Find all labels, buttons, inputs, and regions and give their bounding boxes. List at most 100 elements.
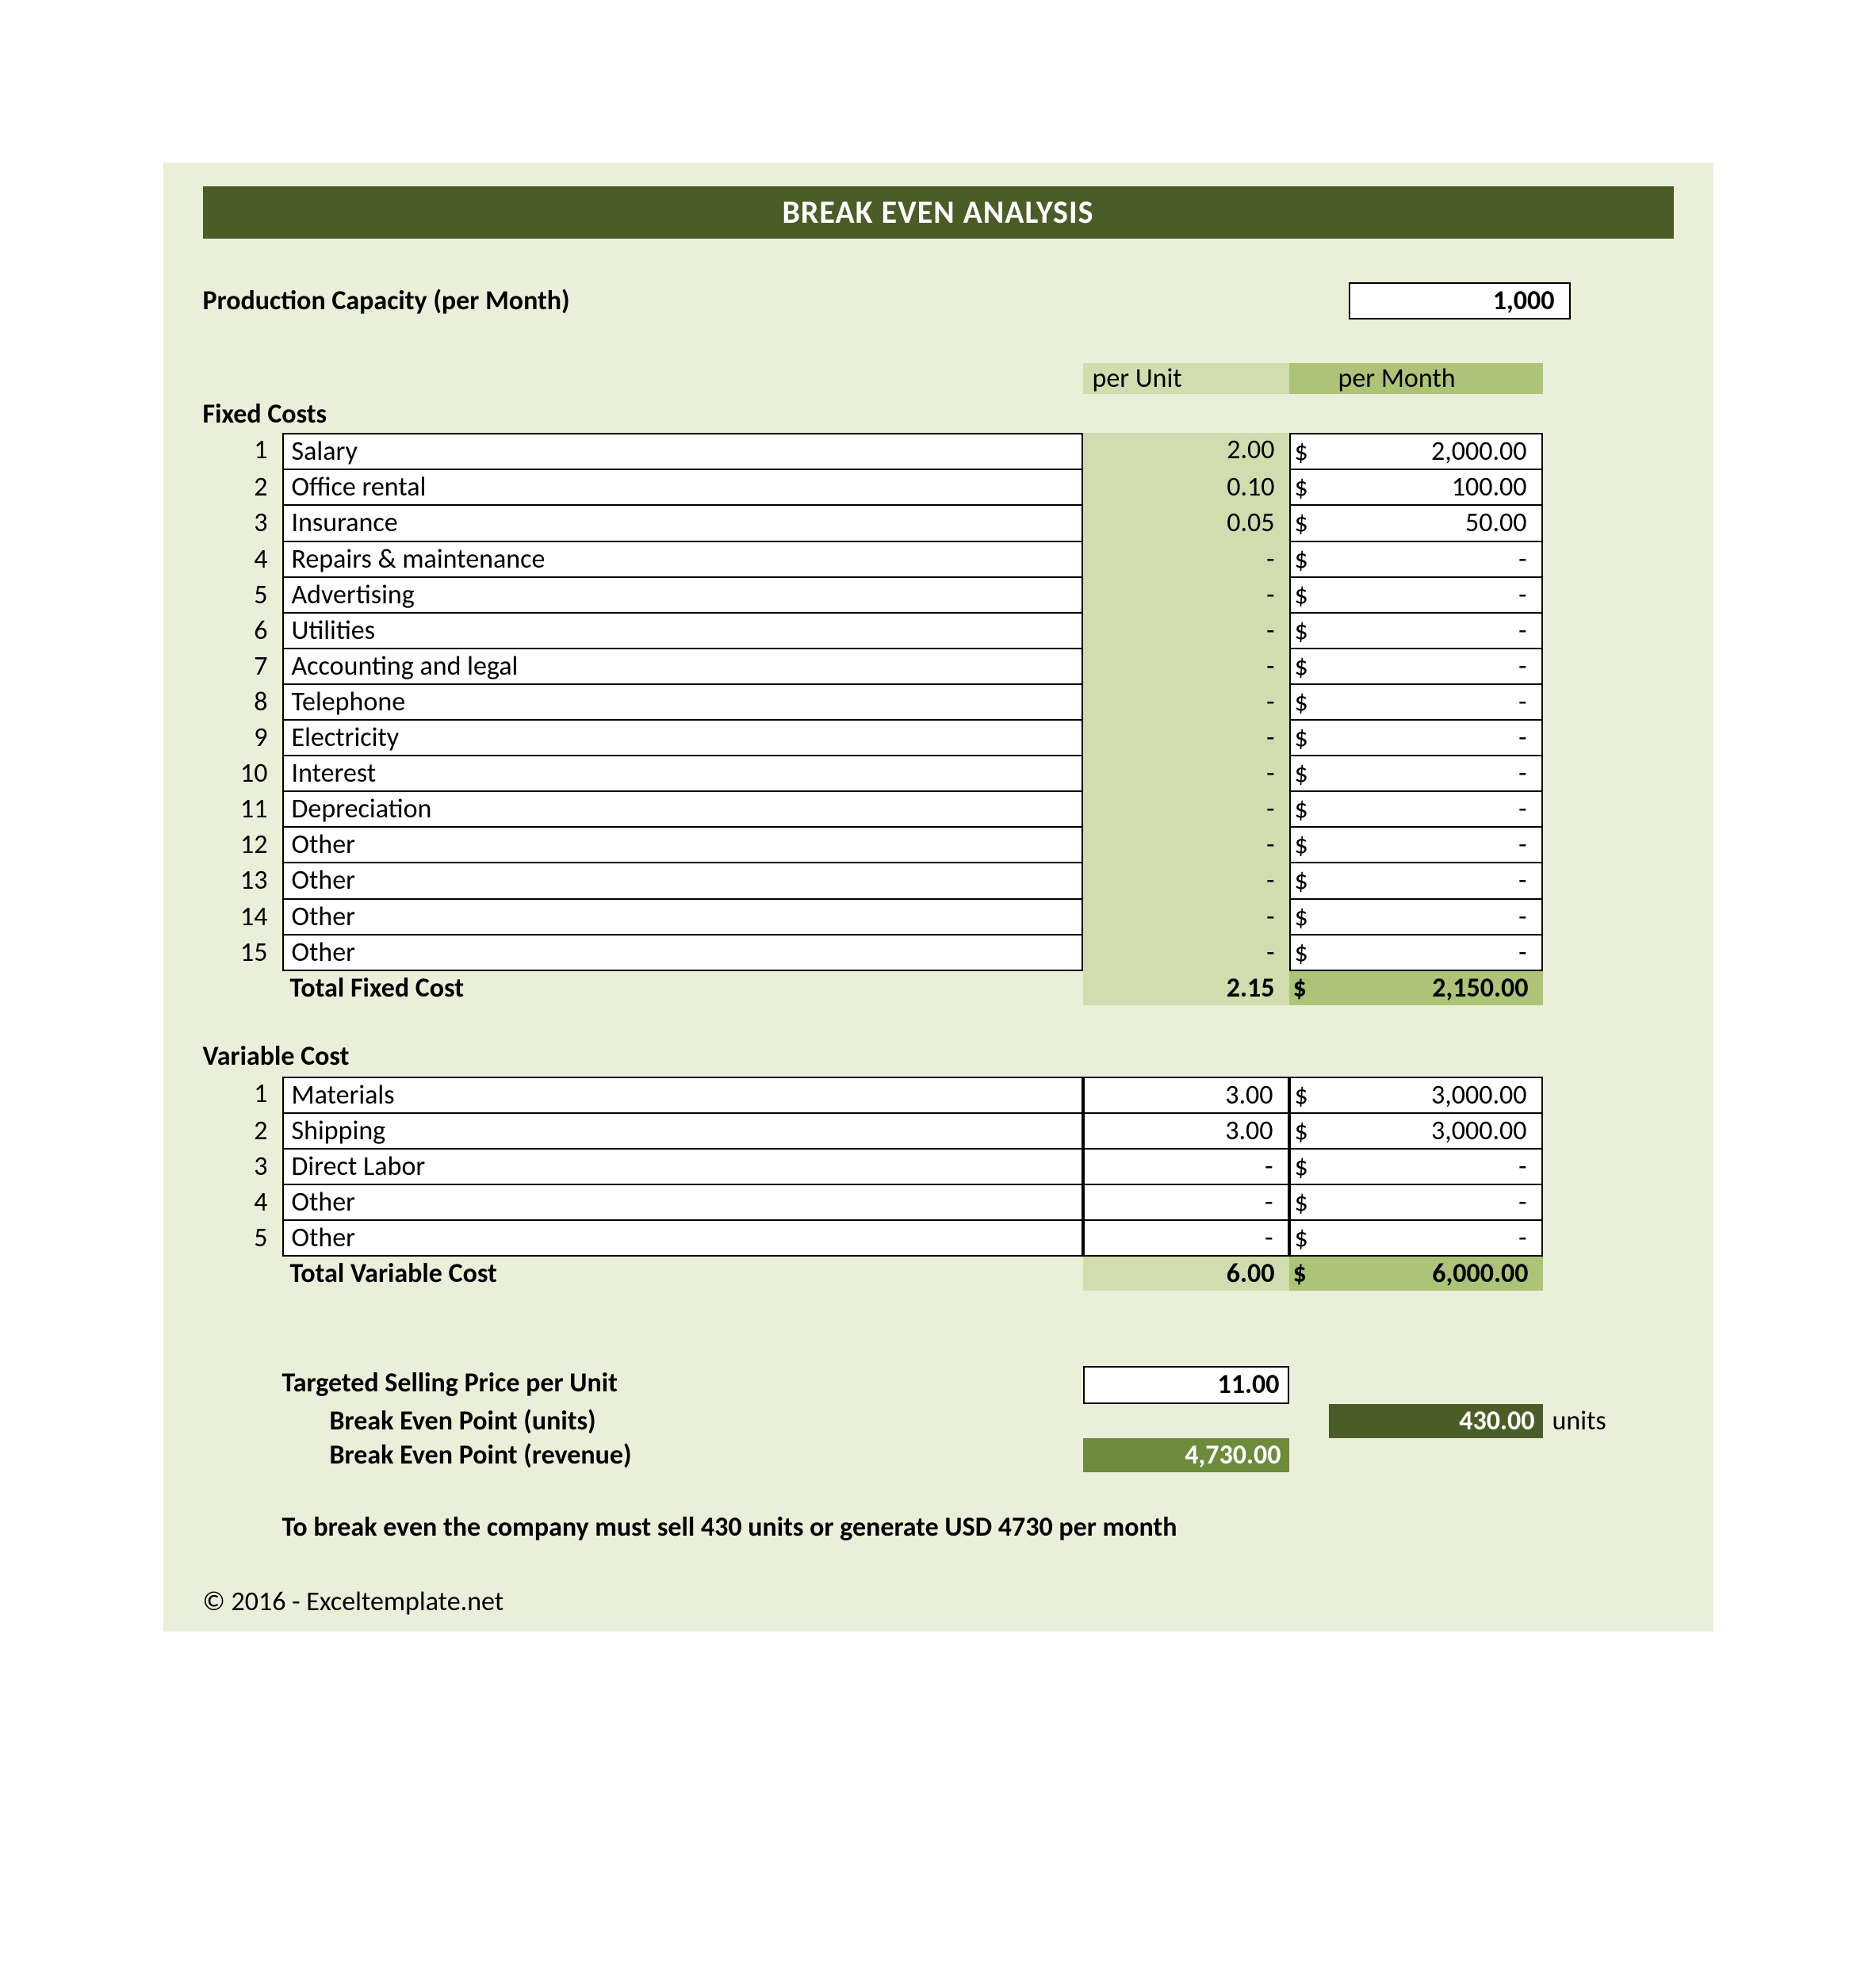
row-number: 1 <box>203 1077 282 1114</box>
per-unit-value: - <box>1083 756 1289 792</box>
per-month-value[interactable]: - <box>1329 1185 1543 1221</box>
per-unit-value: - <box>1083 828 1289 863</box>
row-number: 10 <box>203 756 282 792</box>
per-month-value[interactable]: 3,000.00 <box>1329 1114 1543 1150</box>
table-row: 7Accounting and legal-$- <box>203 649 1674 685</box>
table-row: 9Electricity-$- <box>203 721 1674 756</box>
per-month-value[interactable]: 50.00 <box>1329 506 1543 541</box>
per-month-value[interactable]: 2,000.00 <box>1329 433 1543 470</box>
be-revenue-value: 4,730.00 <box>1083 1438 1289 1472</box>
selling-price-value[interactable]: 11.00 <box>1083 1366 1289 1403</box>
per-month-value[interactable]: - <box>1329 828 1543 863</box>
table-row: 8Telephone-$- <box>203 685 1674 721</box>
per-month-value[interactable]: - <box>1329 756 1543 792</box>
currency-symbol: $ <box>1289 756 1329 792</box>
per-month-value[interactable]: - <box>1329 721 1543 756</box>
cost-item-label[interactable]: Depreciation <box>282 792 1083 828</box>
currency-symbol: $ <box>1289 578 1329 614</box>
cost-item-label[interactable]: Advertising <box>282 578 1083 614</box>
per-month-value[interactable]: - <box>1329 1221 1543 1257</box>
table-row: 3Direct Labor-$- <box>203 1150 1674 1185</box>
row-number: 11 <box>203 792 282 828</box>
variable-cost-table: 1Materials3.00$3,000.002Shipping3.00$3,0… <box>203 1077 1674 1257</box>
per-month-value[interactable]: - <box>1329 792 1543 828</box>
col-per-month: per Month <box>1329 363 1543 394</box>
per-unit-value: 0.05 <box>1083 506 1289 541</box>
table-row: 13Other-$- <box>203 863 1674 899</box>
cost-item-label[interactable]: Shipping <box>282 1114 1083 1150</box>
currency-symbol: $ <box>1289 1077 1329 1114</box>
cost-item-label[interactable]: Other <box>282 863 1083 899</box>
table-row: 1Salary2.00$2,000.00 <box>203 433 1674 470</box>
row-number: 6 <box>203 614 282 649</box>
row-number: 5 <box>203 1221 282 1257</box>
table-row: 4Repairs & maintenance-$- <box>203 542 1674 578</box>
row-number: 4 <box>203 542 282 578</box>
be-units-label: Break Even Point (units) <box>282 1404 1083 1438</box>
table-row: 4Other-$- <box>203 1185 1674 1221</box>
currency-symbol: $ <box>1289 792 1329 828</box>
currency-symbol: $ <box>1289 863 1329 899</box>
table-row: 6Utilities-$- <box>203 614 1674 649</box>
per-unit-value: - <box>1083 685 1289 721</box>
total-fixed-unit: 2.15 <box>1083 971 1289 1005</box>
per-month-value[interactable]: - <box>1329 1150 1543 1185</box>
row-number: 5 <box>203 578 282 614</box>
cost-item-label[interactable]: Salary <box>282 433 1083 470</box>
per-unit-value: - <box>1083 649 1289 685</box>
per-unit-value: - <box>1083 1150 1289 1185</box>
per-month-value[interactable]: 100.00 <box>1329 470 1543 506</box>
total-variable-unit: 6.00 <box>1083 1257 1289 1291</box>
currency-symbol: $ <box>1289 971 1329 1005</box>
be-units-value: 430.00 <box>1329 1404 1543 1438</box>
per-month-value[interactable]: - <box>1329 578 1543 614</box>
variable-cost-heading: Variable Cost <box>203 1041 1674 1072</box>
row-number: 1 <box>203 433 282 470</box>
table-row: 12Other-$- <box>203 828 1674 863</box>
row-number: 9 <box>203 721 282 756</box>
currency-symbol: $ <box>1289 542 1329 578</box>
per-unit-value: - <box>1083 542 1289 578</box>
row-number: 2 <box>203 470 282 506</box>
per-month-value[interactable]: - <box>1329 863 1543 899</box>
per-month-value[interactable]: - <box>1329 614 1543 649</box>
currency-symbol: $ <box>1289 1150 1329 1185</box>
per-month-value[interactable]: - <box>1329 685 1543 721</box>
cost-item-label[interactable]: Insurance <box>282 506 1083 541</box>
currency-symbol: $ <box>1289 614 1329 649</box>
break-even-sheet: BREAK EVEN ANALYSIS Production Capacity … <box>163 163 1713 1632</box>
cost-item-label[interactable]: Materials <box>282 1077 1083 1114</box>
per-unit-value: - <box>1083 863 1289 899</box>
fixed-costs-table: 1Salary2.00$2,000.002Office rental0.10$1… <box>203 433 1674 970</box>
table-row: 2Office rental0.10$100.00 <box>203 470 1674 506</box>
per-unit-value: - <box>1083 721 1289 756</box>
cost-item-label[interactable]: Other <box>282 900 1083 936</box>
row-number: 14 <box>203 900 282 936</box>
per-month-value[interactable]: 3,000.00 <box>1329 1077 1543 1114</box>
table-row: 5Advertising-$- <box>203 578 1674 614</box>
cost-item-label[interactable]: Other <box>282 1221 1083 1257</box>
fixed-costs-heading: Fixed Costs <box>203 399 1674 430</box>
cost-item-label[interactable]: Repairs & maintenance <box>282 542 1083 578</box>
cost-item-label[interactable]: Utilities <box>282 614 1083 649</box>
cost-item-label[interactable]: Accounting and legal <box>282 649 1083 685</box>
per-unit-value: - <box>1083 900 1289 936</box>
table-row: 15Other-$- <box>203 936 1674 971</box>
per-unit-value: 3.00 <box>1083 1114 1289 1150</box>
per-month-value[interactable]: - <box>1329 936 1543 971</box>
cost-item-label[interactable]: Office rental <box>282 470 1083 506</box>
cost-item-label[interactable]: Electricity <box>282 721 1083 756</box>
cost-item-label[interactable]: Other <box>282 936 1083 971</box>
cost-item-label[interactable]: Other <box>282 1185 1083 1221</box>
cost-item-label[interactable]: Telephone <box>282 685 1083 721</box>
production-capacity-value[interactable]: 1,000 <box>1349 282 1571 319</box>
table-row: 10Interest-$- <box>203 756 1674 792</box>
table-row: 1Materials3.00$3,000.00 <box>203 1077 1674 1114</box>
per-month-value[interactable]: - <box>1329 542 1543 578</box>
per-unit-value: - <box>1083 614 1289 649</box>
cost-item-label[interactable]: Other <box>282 828 1083 863</box>
per-month-value[interactable]: - <box>1329 900 1543 936</box>
per-month-value[interactable]: - <box>1329 649 1543 685</box>
cost-item-label[interactable]: Interest <box>282 756 1083 792</box>
cost-item-label[interactable]: Direct Labor <box>282 1150 1083 1185</box>
